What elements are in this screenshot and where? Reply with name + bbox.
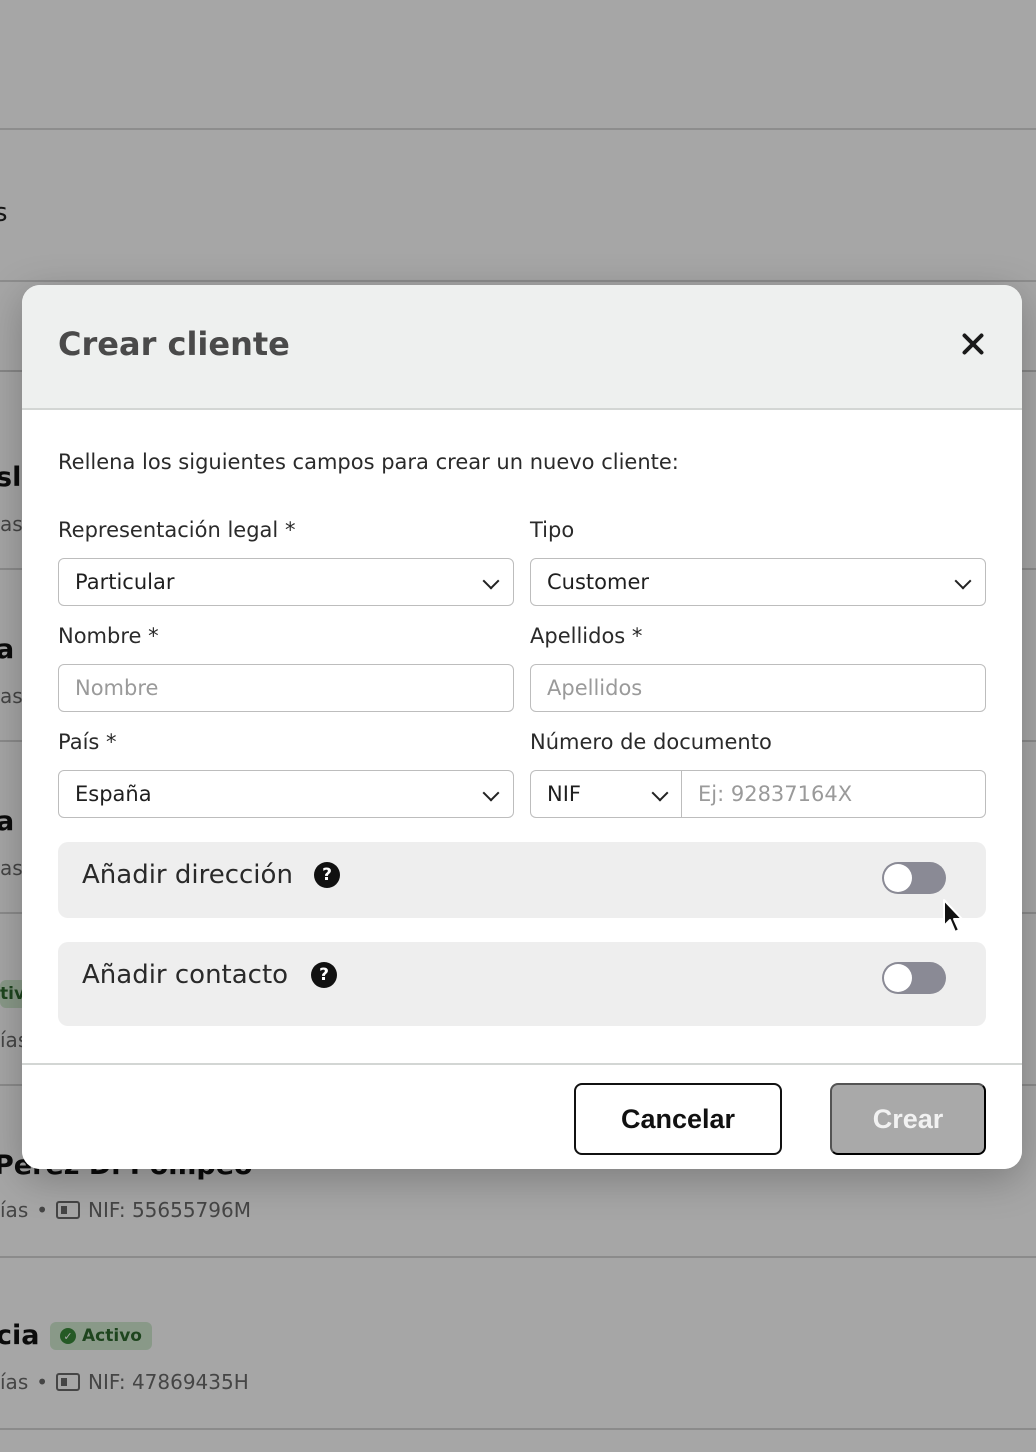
toggle-knob: [884, 864, 912, 892]
type-label: Tipo: [530, 518, 575, 542]
add-address-label: Añadir dirección: [82, 860, 293, 890]
name-placeholder: Nombre: [75, 676, 159, 700]
dialog-title: Crear cliente: [58, 325, 290, 363]
chevron-down-icon: [651, 784, 669, 802]
chevron-down-icon: [954, 572, 972, 590]
document-number-placeholder: Ej: 92837164X: [698, 782, 853, 806]
legal-representation-select[interactable]: Particular: [58, 558, 514, 606]
country-select[interactable]: España: [58, 770, 514, 818]
chevron-down-icon: [482, 784, 500, 802]
surname-placeholder: Apellidos: [547, 676, 643, 700]
close-icon[interactable]: [958, 329, 988, 359]
chevron-down-icon: [482, 572, 500, 590]
dialog-footer: Cancelar Crear: [22, 1063, 1022, 1169]
dialog-header: Crear cliente: [22, 285, 1022, 410]
toggle-knob: [884, 964, 912, 992]
type-value: Customer: [547, 570, 650, 594]
document-type-select[interactable]: NIF: [530, 770, 682, 818]
add-contact-label: Añadir contacto: [82, 960, 289, 990]
surname-input[interactable]: Apellidos: [530, 664, 986, 712]
surname-label: Apellidos *: [530, 624, 643, 648]
document-number-input[interactable]: Ej: 92837164X: [681, 770, 986, 818]
legal-representation-value: Particular: [75, 570, 175, 594]
country-value: España: [75, 782, 152, 806]
name-input[interactable]: Nombre: [58, 664, 514, 712]
type-select[interactable]: Customer: [530, 558, 986, 606]
cancel-button[interactable]: Cancelar: [574, 1083, 782, 1155]
dialog-intro: Rellena los siguientes campos para crear…: [58, 450, 679, 474]
help-icon[interactable]: ?: [311, 962, 337, 988]
add-address-toggle[interactable]: [882, 862, 946, 894]
create-button[interactable]: Crear: [830, 1083, 986, 1155]
document-number-label: Número de documento: [530, 730, 772, 754]
legal-representation-label: Representación legal *: [58, 518, 296, 542]
add-address-panel: Añadir dirección ?: [58, 842, 986, 918]
name-label: Nombre *: [58, 624, 159, 648]
country-label: País *: [58, 730, 117, 754]
help-icon[interactable]: ?: [314, 862, 340, 888]
create-client-dialog: Crear cliente Rellena los siguientes cam…: [22, 285, 1022, 1169]
add-contact-panel: Añadir contacto ?: [58, 942, 986, 1026]
document-type-value: NIF: [547, 782, 581, 806]
add-contact-toggle[interactable]: [882, 962, 946, 994]
